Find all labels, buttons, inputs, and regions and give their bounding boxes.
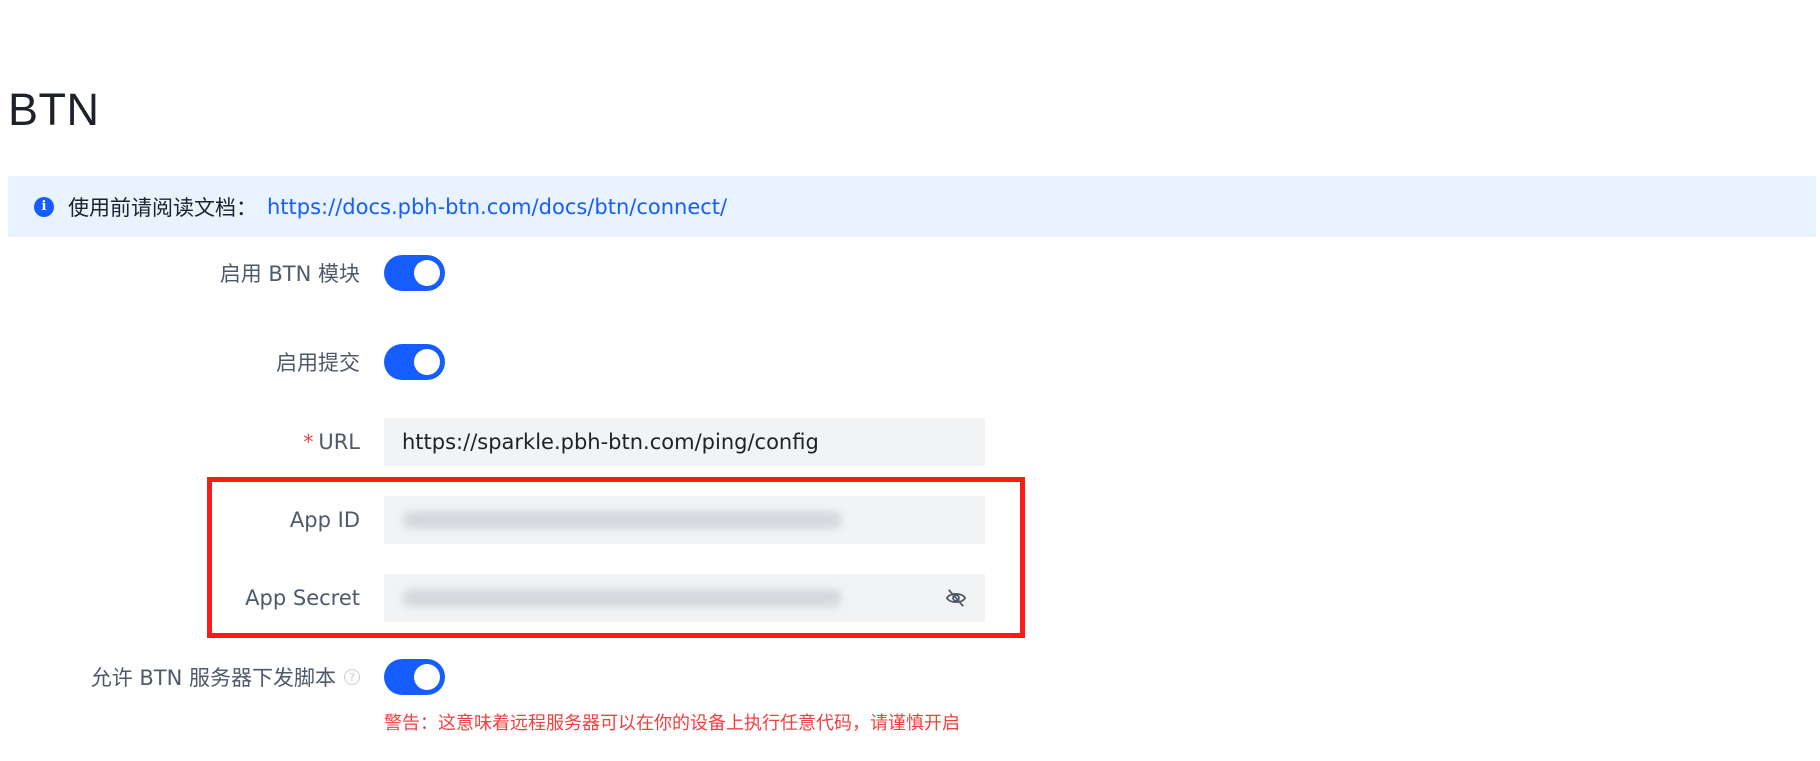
question-circle-icon[interactable]: ? — [344, 669, 360, 685]
enable-module-label: 启用 BTN 模块 — [220, 249, 360, 297]
enable-module-switch[interactable] — [384, 255, 445, 291]
info-icon: i — [34, 196, 54, 217]
required-mark: * — [303, 430, 314, 454]
allow-scripts-label-text: 允许 BTN 服务器下发脚本 — [90, 666, 336, 690]
switch-knob — [414, 349, 440, 375]
enable-submit-switch[interactable] — [384, 344, 445, 380]
form-row-enable-submit: 启用提交 — [0, 338, 1100, 386]
allow-scripts-warning: 警告：这意味着远程服务器可以在你的设备上执行任意代码，请谨慎开启 — [384, 713, 960, 734]
form-row-allow-scripts: 允许 BTN 服务器下发脚本 ? — [0, 653, 1100, 701]
form-row-enable-module: 启用 BTN 模块 — [0, 249, 1100, 297]
url-label-text: URL — [318, 430, 360, 454]
info-alert: i 使用前请阅读文档： https://docs.pbh-btn.com/doc… — [8, 176, 1816, 237]
enable-submit-label-text: 启用提交 — [276, 351, 360, 375]
page-title: BTN — [8, 84, 100, 135]
highlight-frame — [207, 477, 1025, 638]
alert-text: 使用前请阅读文档： — [68, 195, 257, 220]
form-row-url: * URL https://sparkle.pbh-btn.com/ping/c… — [0, 418, 1100, 466]
url-label: * URL — [303, 418, 360, 466]
switch-knob — [414, 260, 440, 286]
url-input-value: https://sparkle.pbh-btn.com/ping/config — [402, 430, 819, 454]
allow-scripts-label: 允许 BTN 服务器下发脚本 ? — [91, 653, 360, 701]
docs-link[interactable]: https://docs.pbh-btn.com/docs/btn/connec… — [267, 195, 727, 219]
allow-scripts-switch[interactable] — [384, 659, 445, 695]
switch-knob — [414, 664, 440, 690]
url-input[interactable]: https://sparkle.pbh-btn.com/ping/config — [384, 418, 985, 466]
enable-module-label-text: 启用 BTN 模块 — [219, 262, 360, 286]
page: BTN i 使用前请阅读文档： https://docs.pbh-btn.com… — [0, 0, 1820, 761]
enable-submit-label: 启用提交 — [276, 338, 360, 386]
